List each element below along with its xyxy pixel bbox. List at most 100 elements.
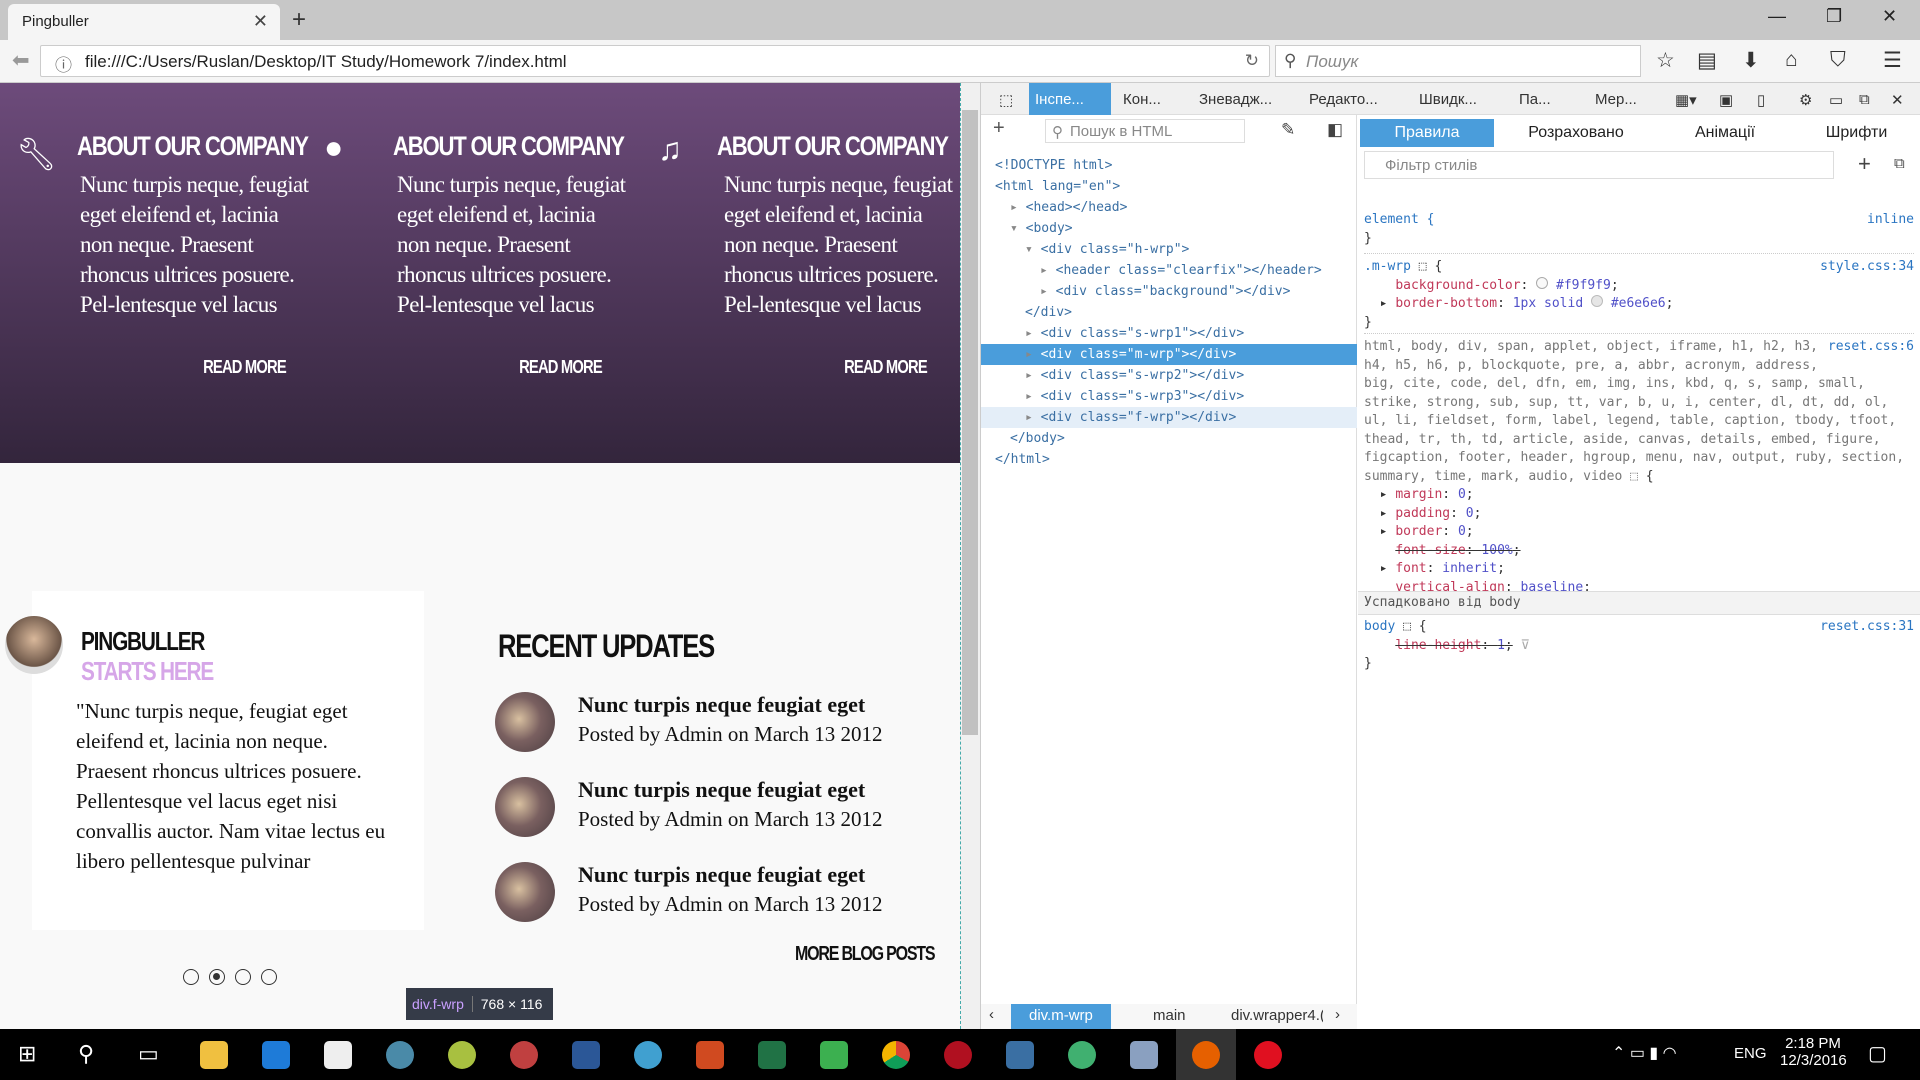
info-icon[interactable]: ⓘ [55, 51, 72, 76]
dom-node[interactable]: ▸ <div class="m-wrp"></div> [981, 344, 1357, 365]
dom-node[interactable]: </html> [981, 449, 1357, 470]
expand-arrow-icon[interactable]: ▸ [1040, 263, 1056, 278]
network-app-icon[interactable] [1068, 1041, 1096, 1069]
expand-arrow-icon[interactable]: ▸ [1025, 410, 1041, 425]
tab-memory[interactable]: Па... [1513, 83, 1557, 115]
scrollbar-thumb[interactable] [962, 110, 978, 735]
close-window-button[interactable]: ✕ [1882, 6, 1897, 27]
close-devtools-icon[interactable]: ✕ [1885, 83, 1910, 115]
chrome-icon[interactable] [882, 1041, 910, 1069]
expand-arrow-icon[interactable]: ▸ [1040, 284, 1056, 299]
music-app-icon[interactable] [448, 1041, 476, 1069]
tab-inspector[interactable]: Інспе... [1029, 83, 1111, 115]
start-icon[interactable]: ⊞ [18, 1041, 36, 1067]
slider-dot[interactable] [261, 969, 277, 985]
browser-tab[interactable]: Pingbuller ✕ [8, 4, 280, 40]
toggle-sidebar-icon[interactable]: ◧ [1327, 120, 1343, 140]
dom-node[interactable]: ▾ <body> [981, 218, 1357, 239]
dom-node[interactable]: ▸ <div class="s-wrp1"></div> [981, 323, 1357, 344]
bookmarks-list-icon[interactable]: ▤ [1697, 48, 1717, 73]
media-app-icon[interactable] [386, 1041, 414, 1069]
css-property[interactable]: background-color [1395, 278, 1520, 293]
store-icon[interactable] [324, 1041, 352, 1069]
expand-arrow-icon[interactable]: ▾ [1010, 221, 1026, 236]
css-declaration[interactable]: ▸ margin: 0; [1364, 486, 1914, 505]
expand-arrow-icon[interactable]: ▾ [1025, 242, 1041, 257]
virtualbox-icon[interactable] [1006, 1041, 1034, 1069]
eyedropper-icon[interactable]: ✎ [1281, 120, 1295, 140]
file-explorer-icon[interactable] [200, 1041, 228, 1069]
color-swatch[interactable] [1536, 276, 1549, 289]
pseudo-class-icon[interactable]: ⧉ [1894, 155, 1905, 172]
new-tab-button[interactable]: + [292, 6, 306, 34]
breadcrumb-item[interactable]: div.m-wrp [1011, 1004, 1111, 1029]
firefox-icon[interactable] [1192, 1041, 1220, 1069]
search-input[interactable]: ⚲ Пошук [1275, 45, 1641, 77]
dom-node[interactable]: </div> [981, 302, 1357, 323]
dom-node[interactable]: <html lang="en"> [981, 176, 1357, 197]
breadcrumb-prev-icon[interactable]: ‹ [989, 1006, 994, 1023]
recorder-app-icon[interactable] [510, 1041, 538, 1069]
style-filter-input[interactable]: Фільтр стилів [1364, 151, 1834, 179]
word-icon[interactable] [572, 1041, 600, 1069]
css-value[interactable]: 0 [1458, 524, 1466, 539]
css-value[interactable]: 1px solid [1513, 296, 1583, 311]
post-title[interactable]: Nunc turpis neque feugiat eget [578, 777, 865, 803]
dom-node[interactable]: <!DOCTYPE html> [981, 155, 1357, 176]
css-declaration[interactable]: ▸ border: 0; [1364, 523, 1914, 542]
read-more-link[interactable]: READ MORE [519, 357, 603, 378]
breadcrumb-next-icon[interactable]: › [1335, 1006, 1340, 1023]
css-value[interactable]: inherit [1442, 561, 1497, 576]
css-value[interactable]: 100% [1481, 543, 1512, 558]
dom-node[interactable]: ▸ <head></head> [981, 197, 1357, 218]
bookmark-star-icon[interactable]: ☆ [1656, 48, 1675, 73]
sheets-icon[interactable] [820, 1041, 848, 1069]
opera-icon[interactable] [1254, 1041, 1282, 1069]
rule-source[interactable]: style.css:34 [1820, 258, 1914, 277]
disc-app-icon[interactable] [634, 1041, 662, 1069]
undock-icon[interactable]: ⧉ [1853, 83, 1876, 115]
search-icon[interactable]: ⚲ [78, 1041, 94, 1067]
dock-icon[interactable]: ▭ [1823, 83, 1849, 115]
css-declaration[interactable]: font-size: 100%; [1364, 542, 1914, 561]
dom-node[interactable]: </body> [981, 428, 1357, 449]
css-value[interactable]: #f9f9f9 [1556, 278, 1611, 293]
css-property[interactable]: line-height [1395, 638, 1481, 653]
edge-icon[interactable] [262, 1041, 290, 1069]
tab-console[interactable]: Кон... [1117, 83, 1167, 115]
css-property[interactable]: border [1395, 524, 1442, 539]
notifications-icon[interactable]: ▢ [1868, 1041, 1887, 1066]
tab-computed[interactable]: Розраховано [1494, 119, 1658, 147]
post-title[interactable]: Nunc turpis neque feugiat eget [578, 862, 865, 888]
task-view-icon[interactable]: ▭ [138, 1041, 159, 1067]
css-declaration[interactable]: ▸ padding: 0; [1364, 505, 1914, 524]
slider-dot[interactable] [235, 969, 251, 985]
slider-dot[interactable] [183, 969, 199, 985]
css-value[interactable]: 1 [1497, 638, 1505, 653]
expand-arrow-icon[interactable]: ▸ [1025, 326, 1041, 341]
downloads-icon[interactable]: ⬇ [1742, 48, 1760, 73]
tab-performance[interactable]: Швидк... [1413, 83, 1483, 115]
layout-icon[interactable]: ▦▾ [1669, 83, 1703, 115]
tab-network[interactable]: Мер... [1589, 83, 1643, 115]
html-search-input[interactable]: ⚲ Пошук в HTML [1045, 119, 1245, 143]
read-more-link[interactable]: READ MORE [203, 357, 287, 378]
expand-arrow-icon[interactable]: ▸ [1025, 389, 1041, 404]
css-property[interactable]: border-bottom [1395, 296, 1497, 311]
css-value[interactable]: 0 [1466, 506, 1474, 521]
css-value[interactable]: 0 [1458, 487, 1466, 502]
home-icon[interactable]: ⌂ [1785, 48, 1798, 72]
powerpoint-icon[interactable] [696, 1041, 724, 1069]
dom-node[interactable]: ▸ <div class="f-wrp"></div> [981, 407, 1357, 428]
css-declaration[interactable]: ▸ font: inherit; [1364, 560, 1914, 579]
dom-node[interactable]: ▸ <header class="clearfix"></header> [981, 260, 1357, 281]
css-property[interactable]: font-size [1395, 543, 1465, 558]
tab-debugger[interactable]: Зневадж... [1193, 83, 1278, 115]
paint-icon[interactable] [1130, 1041, 1158, 1069]
tab-style-editor[interactable]: Редакто... [1303, 83, 1384, 115]
maximize-button[interactable]: ❐ [1826, 6, 1842, 27]
dom-node[interactable]: ▾ <div class="h-wrp"> [981, 239, 1357, 260]
breadcrumb-item[interactable]: div.wrapper4.( [1231, 1007, 1323, 1024]
css-property[interactable]: font [1395, 561, 1426, 576]
close-tab-icon[interactable]: ✕ [253, 11, 268, 32]
